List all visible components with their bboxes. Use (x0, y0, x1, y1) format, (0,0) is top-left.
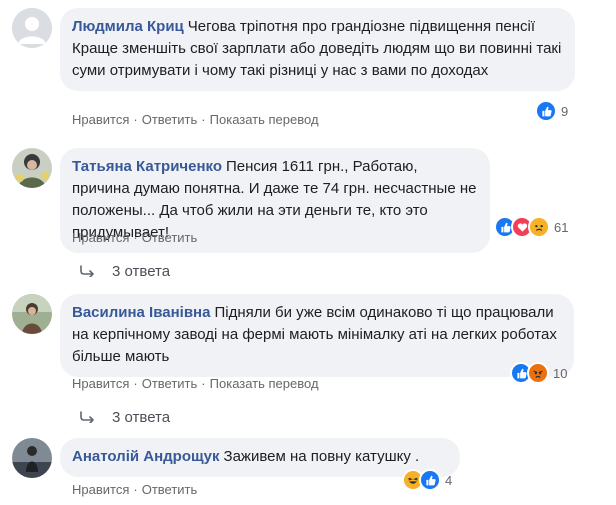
avatar[interactable] (12, 294, 52, 334)
comment-bubble: Людмила Криц Чегова тріпотня про грандіоз… (60, 8, 575, 91)
like-link[interactable]: Нравится (72, 376, 129, 391)
reply-link[interactable]: Ответить (142, 482, 198, 497)
comment-author[interactable]: Василина Іванівна (72, 304, 210, 321)
avatar[interactable] (12, 438, 52, 478)
separator: · (201, 376, 206, 391)
separator: · (201, 112, 206, 127)
view-replies-link[interactable]: 3 ответа (80, 409, 170, 426)
comment-author[interactable]: Анатолій Андрощук (72, 448, 220, 465)
avatar-default[interactable] (12, 8, 52, 48)
like-icon (535, 100, 557, 122)
reply-link[interactable]: Ответить (142, 112, 198, 127)
avatar[interactable] (12, 148, 52, 188)
reaction-count: 10 (553, 365, 568, 381)
like-link[interactable]: Нравится (72, 482, 129, 497)
comment-actions: Нравится · Ответить (72, 482, 197, 497)
like-link[interactable]: Нравится (72, 112, 129, 127)
comment-actions: Нравится · Ответить (72, 230, 197, 245)
separator: · (133, 376, 138, 391)
reaction-count: 61 (554, 219, 569, 235)
like-icon (419, 469, 441, 491)
angry-icon (527, 362, 549, 384)
reply-arrow-icon (80, 410, 96, 426)
separator: · (133, 112, 138, 127)
separator: · (133, 230, 138, 245)
reply-arrow-icon (80, 264, 96, 280)
reaction-summary[interactable]: 4 (402, 469, 452, 491)
comment-author[interactable]: Людмила Криц (72, 18, 184, 35)
reaction-count: 4 (445, 472, 453, 488)
translate-link[interactable]: Показать перевод (210, 376, 319, 391)
reaction-summary[interactable]: 10 (510, 362, 567, 384)
replies-count: 3 ответа (112, 263, 171, 280)
view-replies-link[interactable]: 3 ответа (80, 263, 170, 280)
reply-link[interactable]: Ответить (142, 376, 198, 391)
like-link[interactable]: Нравится (72, 230, 129, 245)
reaction-summary[interactable]: 9 (535, 100, 568, 122)
translate-link[interactable]: Показать перевод (210, 112, 319, 127)
sad-icon (528, 216, 550, 238)
separator: · (133, 482, 138, 497)
comment-bubble: Василина Іванівна Підняли би уже всім оди… (60, 294, 574, 377)
replies-count: 3 ответа (112, 409, 171, 426)
comment-actions: Нравится · Ответить · Показать перевод (72, 112, 319, 127)
comment-text: Заживем на повну катушку . (223, 448, 420, 465)
comment-bubble: Анатолій Андрощук Заживем на повну катушк… (60, 438, 460, 477)
reaction-summary[interactable]: 61 (494, 216, 568, 238)
reply-link[interactable]: Ответить (142, 230, 198, 245)
comment-actions: Нравится · Ответить · Показать перевод (72, 376, 319, 391)
comment-author[interactable]: Татьяна Катриченко (72, 158, 222, 175)
reaction-count: 9 (561, 103, 569, 119)
